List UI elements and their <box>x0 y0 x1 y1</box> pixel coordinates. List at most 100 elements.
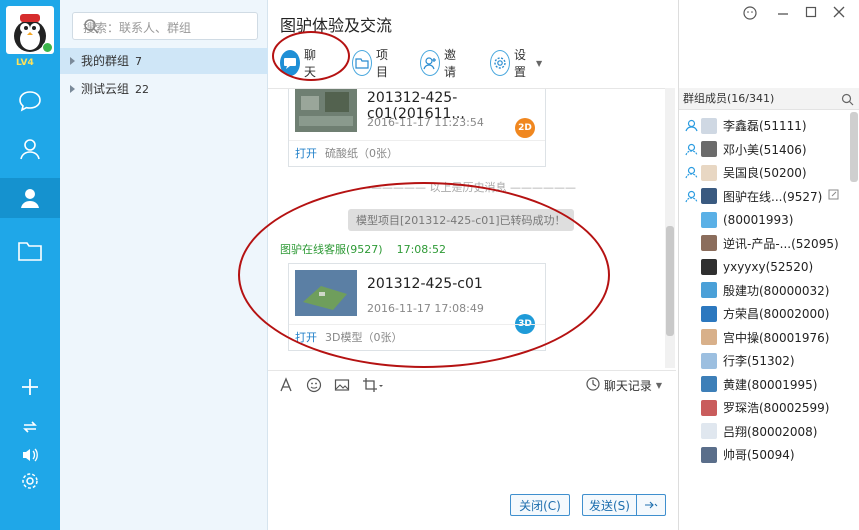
member-row[interactable]: 殷建功(80000032) <box>679 279 849 302</box>
member-row[interactable]: 行李(51302) <box>679 349 849 372</box>
online-status-icon <box>42 42 53 53</box>
member-row[interactable]: yxyyxy(52520) <box>679 255 849 278</box>
font-icon[interactable] <box>278 377 294 396</box>
avatar[interactable] <box>6 6 54 54</box>
member-name: 宫中操(80001976) <box>723 330 830 345</box>
member-name: (80001993) <box>723 212 794 227</box>
member-avatar <box>701 305 717 322</box>
member-name: 吕翔(80002008) <box>723 424 818 439</box>
member-row[interactable]: 宫中操(80001976) <box>679 326 849 349</box>
close-button[interactable]: 关闭(C) <box>510 494 570 516</box>
member-name: 方荣昌(80002000) <box>723 307 830 321</box>
input-toolbar: 聊天记录 ▼ <box>268 370 676 400</box>
tab-settings[interactable]: 设置 ▼ <box>490 48 543 79</box>
groups-icon[interactable] <box>0 178 60 218</box>
expand-icon[interactable] <box>70 85 75 93</box>
member-name: 殷建功(80000032) <box>723 283 830 298</box>
member-avatar <box>701 164 717 181</box>
member-row[interactable]: 黄建(80001995) <box>679 373 849 396</box>
tab-project[interactable]: 项目 <box>352 48 394 79</box>
member-row[interactable]: 罗琛浩(80002599) <box>679 396 849 419</box>
member-avatar <box>701 446 717 463</box>
clock-icon <box>586 377 600 394</box>
group-item-my-groups[interactable]: 我的群组 7 <box>60 48 268 74</box>
member-name: yxyyxy(52520) <box>723 259 814 274</box>
member-avatar <box>701 423 717 439</box>
annotation-circle-chat <box>272 31 350 81</box>
member-avatar <box>701 258 717 275</box>
left-rail: LV4 <box>0 0 60 530</box>
member-name: 图驴在线...(9527) <box>723 189 823 204</box>
chevron-down-icon: ▼ <box>536 58 543 68</box>
send-options-button[interactable] <box>636 494 666 516</box>
member-avatar <box>701 399 717 416</box>
scrollbar-thumb[interactable] <box>666 226 674 336</box>
member-row[interactable]: 方荣昌(80002000) <box>679 302 849 325</box>
project-thumbnail-2d <box>295 89 357 132</box>
member-avatar <box>701 352 717 369</box>
minimize-icon[interactable] <box>777 6 789 22</box>
member-name: 罗琛浩(80002599) <box>723 401 830 415</box>
settings-icon[interactable] <box>15 466 45 496</box>
member-row[interactable]: (80001993) <box>679 208 849 231</box>
chevron-down-icon: ▼ <box>655 381 662 390</box>
member-name: 吴国良(50200) <box>723 166 807 180</box>
member-name: 行李(51302) <box>723 354 795 368</box>
member-avatar <box>701 211 717 228</box>
screenshot-icon[interactable] <box>362 377 384 396</box>
annotation-circle-message <box>238 182 610 368</box>
member-name: 李鑫磊(51111) <box>723 119 807 133</box>
member-row[interactable]: 邓小美(51406) <box>679 138 849 161</box>
gear-icon <box>490 50 510 76</box>
members-scrollbar[interactable] <box>850 112 858 182</box>
members-panel: 群组成员(16/341) 李鑫磊(51111) 邓小美(51406) 吴国良(502… <box>678 0 859 530</box>
admin-icon <box>683 166 699 179</box>
send-button[interactable]: 发送(S) <box>582 494 636 516</box>
emoji-icon[interactable] <box>306 377 322 396</box>
contacts-icon[interactable] <box>15 134 45 164</box>
group-item-test-cloud[interactable]: 测试云组 22 <box>60 76 268 102</box>
expand-icon[interactable] <box>70 57 75 65</box>
file-card-2d[interactable]: 201312-425-c01(201611... 2016-11-17 11:2… <box>288 89 546 167</box>
member-avatar <box>701 329 717 345</box>
folder-icon <box>352 50 372 76</box>
chat-history-button[interactable]: 聊天记录 ▼ <box>586 377 662 394</box>
member-avatar <box>701 376 717 392</box>
admin-icon <box>683 143 699 156</box>
feedback-icon[interactable] <box>743 6 757 24</box>
add-icon[interactable] <box>15 372 45 402</box>
folder-icon[interactable] <box>15 236 45 266</box>
messages-icon[interactable] <box>15 86 45 116</box>
member-name: 黄建(80001995) <box>723 377 818 392</box>
chat-scrollbar[interactable] <box>665 88 675 368</box>
chat-panel: 图驴体验及交流 聊天 项目 邀请 设置 ▼ 201312-425-c01(201… <box>238 0 678 530</box>
maximize-icon[interactable] <box>805 6 817 22</box>
member-row[interactable]: 吴国良(50200) <box>679 161 849 184</box>
edit-icon[interactable] <box>828 189 839 203</box>
member-avatar <box>701 235 717 251</box>
search-icon[interactable] <box>83 18 249 37</box>
member-name: 逆讯-产品-...(52095) <box>723 236 839 251</box>
close-icon[interactable] <box>833 6 845 22</box>
member-row[interactable]: 吕翔(80002008) <box>679 420 849 443</box>
group-list-panel: 搜索：联系人、群组 我的群组 7 测试云组 22 <box>60 0 268 530</box>
member-avatar <box>701 282 717 298</box>
search-input[interactable]: 搜索：联系人、群组 <box>72 12 258 40</box>
member-name: 帅哥(50094) <box>723 448 795 462</box>
member-row[interactable]: 帅哥(50094) <box>679 443 849 466</box>
member-avatar <box>701 141 717 157</box>
admin-icon <box>683 190 699 203</box>
card-footer: 打开 硫酸纸（0张） <box>289 140 545 166</box>
member-row[interactable]: 图驴在线...(9527) <box>679 185 849 208</box>
search-icon[interactable] <box>841 92 854 114</box>
member-row[interactable]: 逆讯-产品-...(52095) <box>679 232 849 255</box>
app-window: LV4 搜索：联系人、群组 我的群组 7 测试云组 22 图驴体验及交流 聊天 … <box>0 0 859 530</box>
open-link[interactable]: 打开 <box>295 147 317 160</box>
sync-icon[interactable] <box>15 412 45 442</box>
owner-icon <box>683 119 699 132</box>
image-icon[interactable] <box>334 377 350 396</box>
invite-icon <box>420 50 440 76</box>
member-avatar <box>701 188 717 204</box>
member-row[interactable]: 李鑫磊(51111) <box>679 114 849 137</box>
tab-invite[interactable]: 邀请 <box>420 48 462 79</box>
